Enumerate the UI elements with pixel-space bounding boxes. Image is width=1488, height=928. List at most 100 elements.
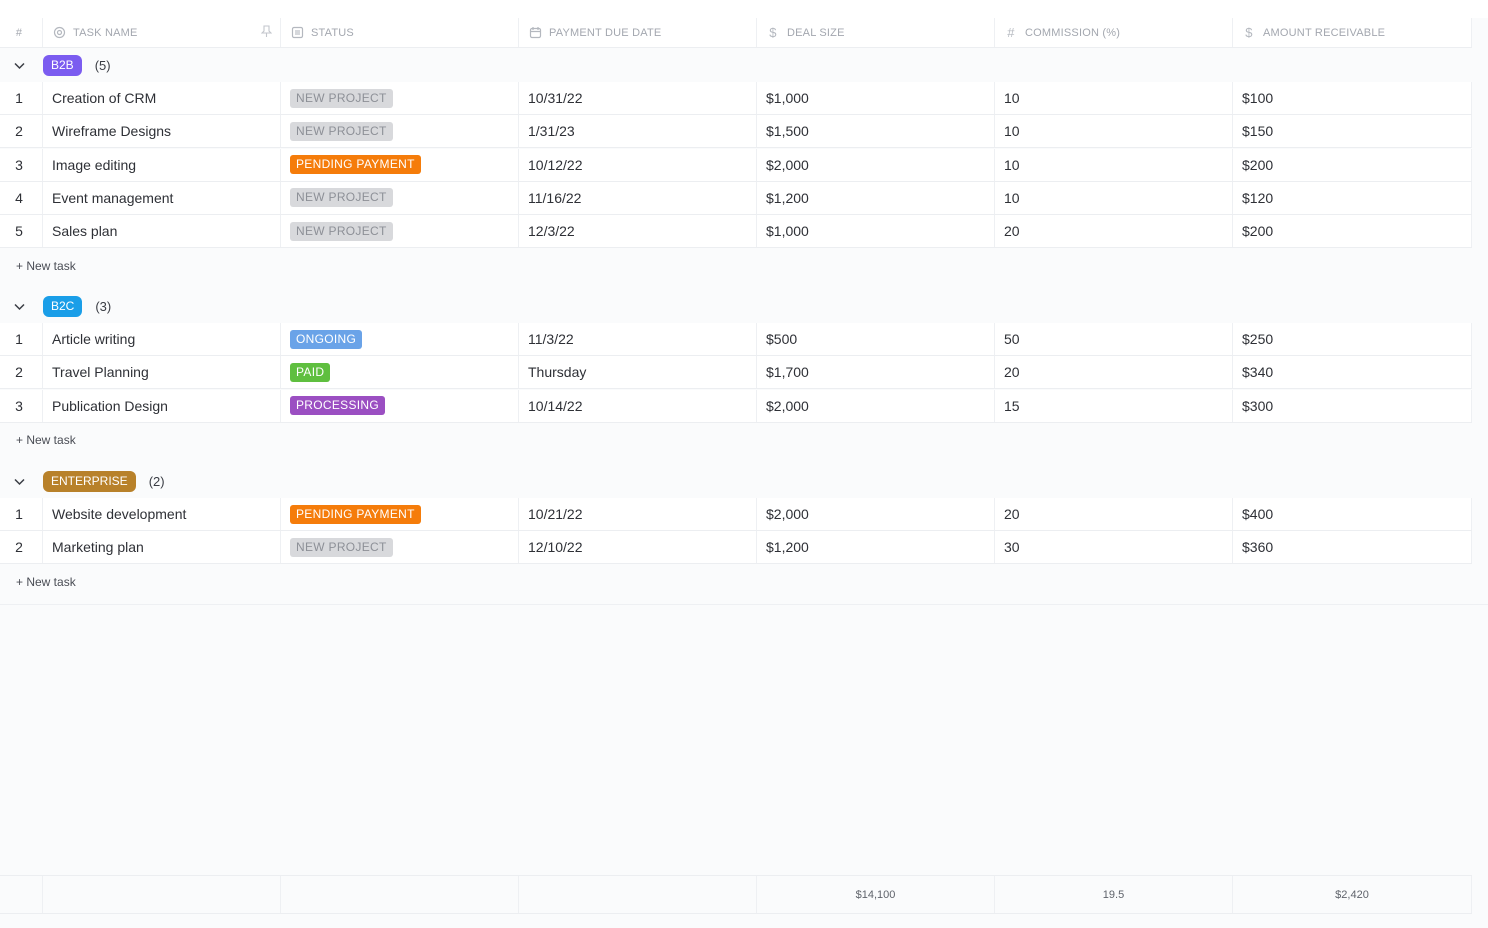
- pin-icon[interactable]: [260, 24, 273, 41]
- total-deal-size[interactable]: $14,100: [757, 876, 995, 913]
- amount-receivable[interactable]: $100: [1233, 82, 1472, 114]
- status-cell[interactable]: NEW PROJECT: [281, 531, 519, 564]
- task-name[interactable]: Website development: [43, 498, 281, 530]
- table-row[interactable]: 3 Publication Design PROCESSING 10/14/22 $2,…: [0, 389, 1472, 423]
- payment-due-date[interactable]: 10/31/22: [519, 82, 757, 114]
- status-badge[interactable]: NEW PROJECT: [290, 221, 393, 241]
- table-row[interactable]: 2 Wireframe Designs NEW PROJECT 1/31/23 $1,5…: [0, 115, 1472, 149]
- status-badge[interactable]: ONGOING: [290, 329, 363, 349]
- chevron-down-icon[interactable]: [0, 59, 38, 72]
- deal-size[interactable]: $2,000: [757, 148, 995, 181]
- new-task-button[interactable]: + New task: [16, 259, 76, 273]
- table-row[interactable]: 2 Travel Planning PAID Thursday $1,700 20 $340: [0, 356, 1472, 390]
- commission[interactable]: 30: [995, 531, 1233, 564]
- status-badge[interactable]: NEW PROJECT: [290, 188, 393, 208]
- row-number-value: 5: [15, 223, 23, 240]
- amount-receivable[interactable]: $150: [1233, 115, 1472, 148]
- amount-receivable[interactable]: $200: [1233, 148, 1472, 181]
- commission[interactable]: 10: [995, 148, 1233, 181]
- status-badge[interactable]: NEW PROJECT: [290, 88, 393, 108]
- status-cell[interactable]: ONGOING: [281, 323, 519, 355]
- group-badge[interactable]: B2B: [43, 54, 82, 76]
- status-cell[interactable]: NEW PROJECT: [281, 115, 519, 148]
- amount-receivable[interactable]: $340: [1233, 356, 1472, 389]
- task-name[interactable]: Publication Design: [43, 389, 281, 422]
- payment-due-date[interactable]: 11/3/22: [519, 323, 757, 355]
- task-name[interactable]: Travel Planning: [43, 356, 281, 389]
- amount-receivable[interactable]: $400: [1233, 498, 1472, 530]
- task-name[interactable]: Image editing: [43, 148, 281, 181]
- chevron-down-icon[interactable]: [0, 300, 38, 313]
- status-badge[interactable]: NEW PROJECT: [290, 537, 393, 557]
- commission[interactable]: 10: [995, 115, 1233, 148]
- task-name[interactable]: Marketing plan: [43, 531, 281, 564]
- payment-due-date[interactable]: 10/21/22: [519, 498, 757, 530]
- table-row[interactable]: 1 Article writing ONGOING 11/3/22 $500 50 $250: [0, 323, 1472, 356]
- payment-due-date[interactable]: 12/3/22: [519, 215, 757, 248]
- group-badge[interactable]: B2C: [43, 295, 83, 317]
- column-header-status[interactable]: STATUS: [281, 18, 519, 47]
- table-row[interactable]: 4 Event management NEW PROJECT 11/16/22 $1,2…: [0, 181, 1472, 215]
- column-header-payment-due-date[interactable]: PAYMENT DUE DATE: [519, 18, 757, 47]
- deal-size[interactable]: $1,000: [757, 82, 995, 114]
- status-badge[interactable]: PAID: [290, 362, 331, 382]
- column-header-commission[interactable]: # COMMISSION (%): [995, 18, 1233, 47]
- status-cell[interactable]: PENDING PAYMENT: [281, 498, 519, 530]
- amount-receivable[interactable]: $200: [1233, 215, 1472, 248]
- table-row[interactable]: 5 Sales plan NEW PROJECT 12/3/22 $1,000 20 $20…: [0, 215, 1472, 249]
- task-name[interactable]: Article writing: [43, 323, 281, 355]
- deal-size[interactable]: $1,700: [757, 356, 995, 389]
- status-badge[interactable]: PENDING PAYMENT: [290, 504, 421, 524]
- deal-size[interactable]: $1,200: [757, 181, 995, 214]
- commission[interactable]: 20: [995, 498, 1233, 530]
- deal-size[interactable]: $2,000: [757, 389, 995, 422]
- payment-due-date[interactable]: 10/14/22: [519, 389, 757, 422]
- deal-size[interactable]: $1,200: [757, 531, 995, 564]
- payment-due-date[interactable]: 10/12/22: [519, 148, 757, 181]
- payment-due-date[interactable]: 1/31/23: [519, 115, 757, 148]
- task-name[interactable]: Creation of CRM: [43, 82, 281, 114]
- payment-due-date[interactable]: 12/10/22: [519, 531, 757, 564]
- status-badge[interactable]: NEW PROJECT: [290, 121, 393, 141]
- payment-due-date[interactable]: 11/16/22: [519, 181, 757, 214]
- task-name[interactable]: Sales plan: [43, 215, 281, 248]
- amount-receivable[interactable]: $300: [1233, 389, 1472, 422]
- table-row[interactable]: 1 Creation of CRM NEW PROJECT 10/31/22 $1,00…: [0, 82, 1472, 115]
- status-badge[interactable]: PENDING PAYMENT: [290, 155, 421, 175]
- amount-receivable[interactable]: $120: [1233, 181, 1472, 214]
- column-header-amount-receivable[interactable]: $ AMOUNT RECEIVABLE: [1233, 18, 1472, 47]
- table-row[interactable]: 3 Image editing PENDING PAYMENT 10/12/22 $2,…: [0, 148, 1472, 182]
- commission[interactable]: 10: [995, 82, 1233, 114]
- commission[interactable]: 50: [995, 323, 1233, 355]
- commission[interactable]: 20: [995, 356, 1233, 389]
- group-badge[interactable]: ENTERPRISE: [43, 470, 136, 492]
- deal-size[interactable]: $500: [757, 323, 995, 355]
- deal-size[interactable]: $2,000: [757, 498, 995, 530]
- table-row[interactable]: 2 Marketing plan NEW PROJECT 12/10/22 $1,200…: [0, 531, 1472, 565]
- commission[interactable]: 20: [995, 215, 1233, 248]
- status-cell[interactable]: PROCESSING: [281, 389, 519, 422]
- status-badge[interactable]: PROCESSING: [290, 396, 386, 416]
- task-name[interactable]: Wireframe Designs: [43, 115, 281, 148]
- status-cell[interactable]: NEW PROJECT: [281, 215, 519, 248]
- amount-receivable[interactable]: $250: [1233, 323, 1472, 355]
- deal-size[interactable]: $1,500: [757, 115, 995, 148]
- commission[interactable]: 10: [995, 181, 1233, 214]
- new-task-button[interactable]: + New task: [16, 575, 76, 589]
- total-amount-receivable[interactable]: $2,420: [1233, 876, 1472, 913]
- table-row[interactable]: 1 Website development PENDING PAYMENT 10/21…: [0, 498, 1472, 531]
- task-name[interactable]: Event management: [43, 181, 281, 214]
- total-commission[interactable]: 19.5: [995, 876, 1233, 913]
- status-cell[interactable]: NEW PROJECT: [281, 82, 519, 114]
- new-task-button[interactable]: + New task: [16, 433, 76, 447]
- payment-due-date[interactable]: Thursday: [519, 356, 757, 389]
- status-cell[interactable]: PENDING PAYMENT: [281, 148, 519, 181]
- chevron-down-icon[interactable]: [0, 475, 38, 488]
- amount-receivable[interactable]: $360: [1233, 531, 1472, 564]
- deal-size[interactable]: $1,000: [757, 215, 995, 248]
- status-cell[interactable]: NEW PROJECT: [281, 181, 519, 214]
- commission[interactable]: 15: [995, 389, 1233, 422]
- status-cell[interactable]: PAID: [281, 356, 519, 389]
- column-header-deal-size[interactable]: $ DEAL SIZE: [757, 18, 995, 47]
- column-header-task-name[interactable]: TASK NAME: [43, 18, 281, 47]
